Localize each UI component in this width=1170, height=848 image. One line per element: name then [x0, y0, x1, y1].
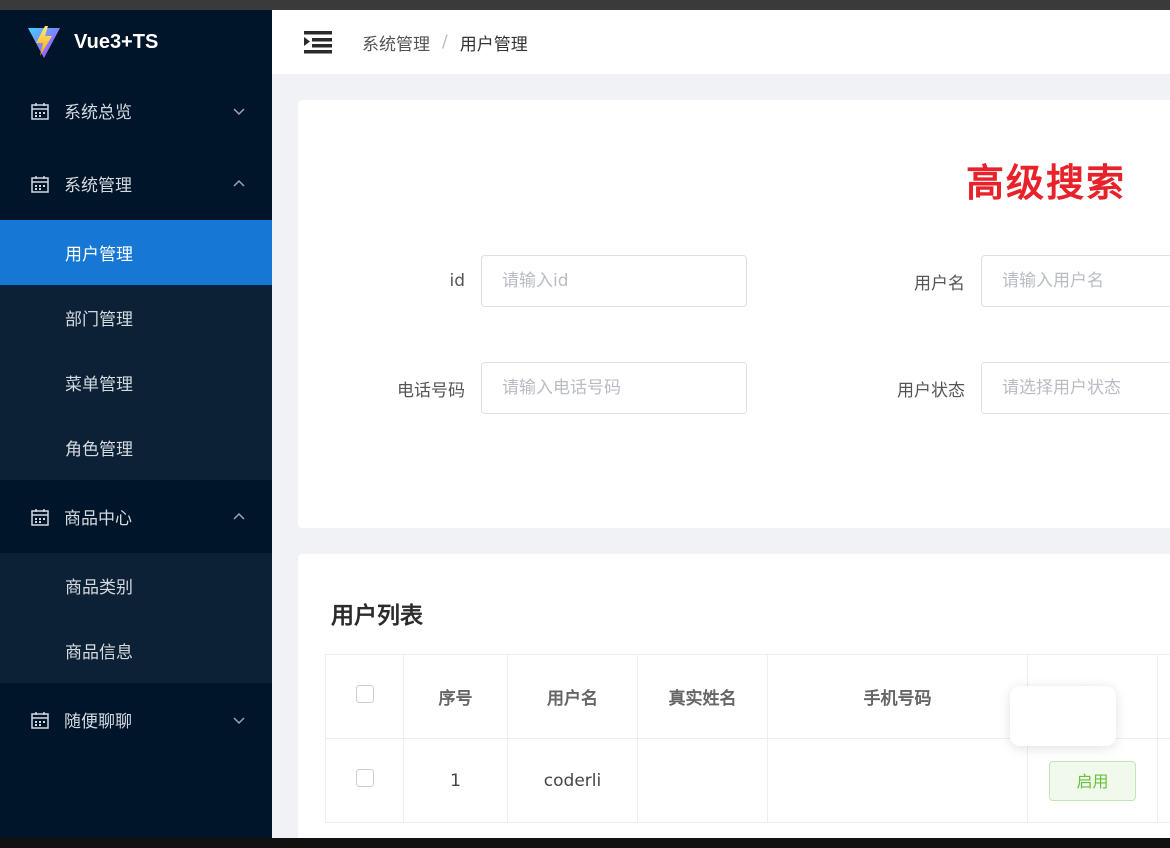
submenu-item-department-management[interactable]: 部门管理 — [0, 285, 272, 350]
table-row[interactable]: 1 coderli 启用 — [325, 738, 1170, 823]
menu-fold-icon[interactable] — [302, 29, 334, 55]
top-header: 系统管理 / 用户管理 — [272, 10, 1170, 74]
form-row-id: id — [298, 255, 747, 307]
menu-item-label: 随便聊聊 — [64, 712, 132, 732]
row-select-cell — [325, 738, 404, 823]
submenu-product-center: 商品类别 商品信息 — [0, 553, 272, 683]
chevron-down-icon — [233, 716, 245, 724]
submenu-item-menu-management[interactable]: 菜单管理 — [0, 350, 272, 415]
status-label: 用户状态 — [897, 380, 965, 401]
username-input[interactable] — [981, 255, 1170, 307]
calendar-icon — [31, 102, 49, 120]
calendar-icon — [31, 711, 49, 729]
status-badge: 启用 — [1049, 760, 1136, 801]
chevron-down-icon — [233, 107, 245, 115]
logo[interactable]: Vue3+TS — [0, 10, 272, 74]
cell-realname — [637, 738, 768, 823]
search-title: 高级搜索 — [966, 161, 1127, 205]
submenu-item-user-management[interactable]: 用户管理 — [0, 220, 272, 285]
breadcrumb-item-user-management: 用户管理 — [459, 34, 528, 55]
menu-item-system-management[interactable]: 系统管理 — [0, 147, 272, 220]
username-label: 用户名 — [914, 273, 965, 294]
form-row-username: 用户名 — [838, 255, 1170, 307]
cell-status: 启用 — [1027, 738, 1158, 823]
sidebar: Vue3+TS 系统总览 系统管理 用户管理 部门管理 菜单管理 角色管理 商品… — [0, 10, 272, 838]
menu-group-overview: 系统总览 — [0, 74, 272, 147]
column-header-phone: 手机号码 — [767, 654, 1028, 739]
status-select[interactable] — [981, 362, 1170, 414]
phone-input[interactable] — [481, 362, 747, 414]
cell-username: coderli — [507, 738, 638, 823]
menu-item-product-center[interactable]: 商品中心 — [0, 480, 272, 553]
chevron-up-icon — [233, 179, 245, 187]
menu-group-system-management: 系统管理 用户管理 部门管理 菜单管理 角色管理 — [0, 147, 272, 480]
submenu-item-product-category[interactable]: 商品类别 — [0, 553, 272, 618]
app-title: Vue3+TS — [74, 30, 159, 53]
menu-group-chat: 随便聊聊 — [0, 683, 272, 756]
tooltip-popover — [1010, 686, 1116, 746]
submenu-system-management: 用户管理 部门管理 菜单管理 角色管理 — [0, 220, 272, 480]
id-label: id — [449, 271, 465, 291]
calendar-icon — [31, 175, 49, 193]
column-header-realname: 真实姓名 — [637, 654, 768, 739]
submenu-item-role-management[interactable]: 角色管理 — [0, 415, 272, 480]
column-header-username: 用户名 — [507, 654, 638, 739]
menu-item-system-overview[interactable]: 系统总览 — [0, 74, 272, 147]
cell-phone — [767, 738, 1028, 823]
menu-item-label: 系统管理 — [64, 176, 132, 196]
app-window: Vue3+TS 系统总览 系统管理 用户管理 部门管理 菜单管理 角色管理 商品… — [0, 10, 1170, 838]
breadcrumb-separator: / — [442, 32, 448, 52]
submenu-item-product-info[interactable]: 商品信息 — [0, 618, 272, 683]
menu-item-casual-chat[interactable]: 随便聊聊 — [0, 683, 272, 756]
search-panel: 高级搜索 id 用户名 电话号码 用户状态 — [298, 100, 1170, 528]
vite-logo-icon — [28, 26, 60, 58]
breadcrumb: 系统管理 / 用户管理 — [362, 30, 528, 55]
cell-index: 1 — [403, 738, 508, 823]
menu-group-product-center: 商品中心 商品类别 商品信息 — [0, 480, 272, 683]
column-header-extra — [1157, 654, 1170, 739]
calendar-icon — [31, 508, 49, 526]
form-row-status: 用户状态 — [838, 362, 1170, 414]
list-title: 用户列表 — [331, 603, 423, 629]
cell-extra — [1157, 738, 1170, 823]
row-checkbox[interactable] — [355, 769, 374, 787]
column-header-index: 序号 — [403, 654, 508, 739]
menu-item-label: 系统总览 — [64, 103, 132, 123]
menu-item-label: 商品中心 — [64, 509, 132, 529]
select-all-cell — [325, 654, 404, 739]
chevron-up-icon — [233, 512, 245, 520]
breadcrumb-item-system-management[interactable]: 系统管理 — [362, 30, 430, 55]
id-input[interactable] — [481, 255, 747, 307]
select-all-checkbox[interactable] — [355, 685, 374, 703]
phone-label: 电话号码 — [397, 380, 465, 401]
form-row-phone: 电话号码 — [298, 362, 747, 414]
